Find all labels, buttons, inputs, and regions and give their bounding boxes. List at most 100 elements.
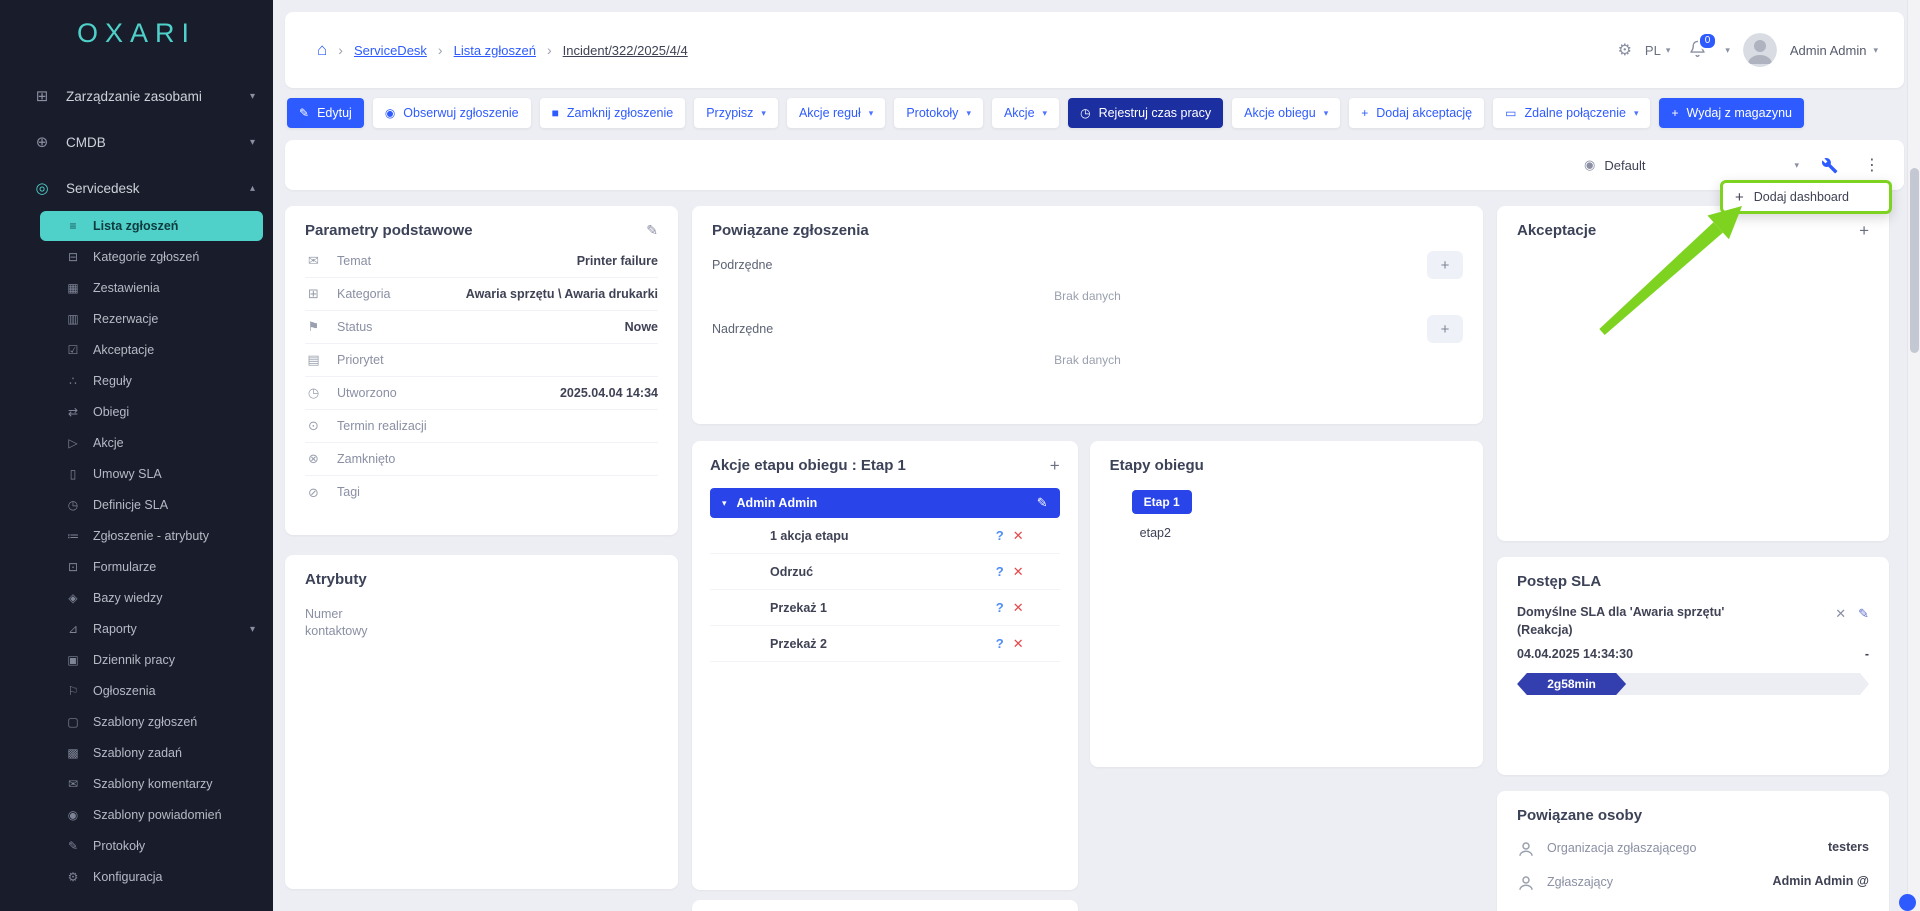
- sidebar-item-zestawienia[interactable]: ▦ Zestawienia: [40, 273, 263, 303]
- sidebar-item-definicje-sla[interactable]: ◷ Definicje SLA: [40, 490, 263, 520]
- button-label: Zamknij zgłoszenie: [567, 106, 673, 120]
- main-content: ⌂ › ServiceDesk › Lista zgłoszeń › Incid…: [273, 0, 1920, 911]
- card-title: Akceptacje: [1517, 222, 1596, 239]
- remote-connection-dropdown[interactable]: ▭Zdalne połączenie▾: [1493, 98, 1650, 128]
- cmdb-icon: ⊕: [33, 133, 51, 151]
- sidebar-item-zgloszenie-atrybuty[interactable]: ≔ Zgłoszenie - atrybuty: [40, 521, 263, 551]
- section-label: Zarządzanie zasobami: [66, 89, 202, 104]
- issue-from-warehouse-button[interactable]: +Wydaj z magazynu: [1659, 98, 1804, 128]
- add-approval-icon-button[interactable]: +: [1859, 222, 1869, 239]
- scrollbar-thumb[interactable]: [1910, 168, 1919, 353]
- sidebar-item-umowy-sla[interactable]: ▯ Umowy SLA: [40, 459, 263, 489]
- sidebar-item-szablony-powiadomien[interactable]: ◉ Szablony powiadomień: [40, 800, 263, 830]
- floating-widget-button[interactable]: [1899, 894, 1916, 911]
- sidebar-item-bazy-wiedzy[interactable]: ◈ Bazy wiedzy: [40, 583, 263, 613]
- edit-assignee-button[interactable]: ✎: [1037, 495, 1048, 511]
- reports-icon: ⊿: [66, 622, 80, 636]
- home-icon[interactable]: ⌂: [317, 40, 327, 60]
- sidebar-item-dziennik-pracy[interactable]: ▣ Dziennik pracy: [40, 645, 263, 675]
- item-label: Akcje: [93, 436, 124, 450]
- dashboard-selector[interactable]: ◉ Default ▾: [1584, 157, 1799, 173]
- checklist-icon: ☑: [66, 343, 80, 357]
- sidebar-section-servicedesk[interactable]: ◎ Servicedesk ▴: [0, 165, 273, 211]
- help-icon[interactable]: ?: [996, 528, 1004, 543]
- sidebar-item-akcje[interactable]: ▷ Akcje: [40, 428, 263, 458]
- template-task-icon: ▩: [66, 746, 80, 760]
- dashboard-more-menu-button[interactable]: ⋮: [1860, 155, 1884, 175]
- stop-icon: ■: [552, 106, 559, 120]
- notifications-button[interactable]: 0: [1689, 40, 1706, 60]
- chevron-down-icon: ▾: [1794, 160, 1799, 171]
- sla-end-placeholder: -: [1865, 647, 1869, 661]
- worklog-icon: ▣: [66, 653, 80, 667]
- sidebar-item-formularze[interactable]: ⊡ Formularze: [40, 552, 263, 582]
- sidebar-item-szablony-zadan[interactable]: ▩ Szablony zadań: [40, 738, 263, 768]
- add-approval-button[interactable]: +Dodaj akceptację: [1349, 98, 1484, 128]
- assignee-group-header[interactable]: ▾ Admin Admin ✎: [710, 488, 1060, 518]
- approvals-card: Akceptacje +: [1497, 206, 1889, 541]
- delete-action-icon[interactable]: ✕: [1013, 564, 1024, 580]
- delete-action-icon[interactable]: ✕: [1013, 600, 1024, 616]
- dashboard-settings-button[interactable]: [1821, 157, 1838, 174]
- sidebar-item-szablony-komentarzy[interactable]: ✉ Szablony komentarzy: [40, 769, 263, 799]
- assign-dropdown[interactable]: Przypisz▾: [694, 98, 778, 128]
- help-icon[interactable]: ?: [996, 564, 1004, 579]
- sidebar-item-ogloszenia[interactable]: ⚐ Ogłoszenia: [40, 676, 263, 706]
- edit-button[interactable]: ✎Edytuj: [287, 98, 364, 128]
- current-stage-badge: Etap 1: [1132, 490, 1192, 514]
- rule-actions-dropdown[interactable]: Akcje reguł▾: [787, 98, 885, 128]
- protocols-dropdown[interactable]: Protokoły▾: [894, 98, 983, 128]
- edit-parameters-button[interactable]: ✎: [646, 222, 658, 239]
- add-dashboard-label: Dodaj dashboard: [1754, 190, 1849, 204]
- language-selector[interactable]: PL ▾: [1645, 43, 1670, 58]
- sidebar-item-reguly[interactable]: ∴ Reguły: [40, 366, 263, 396]
- param-row: ◷ Utworzono 2025.04.04 14:34: [305, 377, 658, 410]
- sidebar-item-szablony-zgloszen[interactable]: ▢ Szablony zgłoszeń: [40, 707, 263, 737]
- chevron-down-icon[interactable]: ▾: [1725, 45, 1730, 56]
- param-label: Zamknięto: [337, 452, 437, 467]
- sidebar-item-rezerwacje[interactable]: ▥ Rezerwacje: [40, 304, 263, 334]
- actions-dropdown[interactable]: Akcje▾: [992, 98, 1059, 128]
- stage-action-label: Przekaż 1: [770, 601, 827, 615]
- item-label: Zgłoszenie - atrybuty: [93, 529, 209, 543]
- sidebar-item-raporty[interactable]: ⊿ Raporty ▾: [40, 614, 263, 644]
- sidebar-item-obiegi[interactable]: ⇄ Obiegi: [40, 397, 263, 427]
- sidebar-item-lista-zgloszen[interactable]: ≡ Lista zgłoszeń: [40, 211, 263, 241]
- person-icon: [1517, 874, 1535, 892]
- sidebar-item-kategorie-zgloszen[interactable]: ⊟ Kategorie zgłoszeń: [40, 242, 263, 272]
- delete-action-icon[interactable]: ✕: [1013, 636, 1024, 652]
- help-icon[interactable]: ?: [996, 636, 1004, 651]
- basic-parameters-card: Parametry podstawowe ✎ ✉ Temat Printer f…: [285, 206, 678, 535]
- related-children-group: Podrzędne + Brak danych: [712, 251, 1463, 303]
- workflow-actions-dropdown[interactable]: Akcje obiegu▾: [1232, 98, 1340, 128]
- help-icon[interactable]: ?: [996, 600, 1004, 615]
- delete-action-icon[interactable]: ✕: [1013, 528, 1024, 544]
- sidebar-item-akceptacje[interactable]: ☑ Akceptacje: [40, 335, 263, 365]
- sidebar-section-cmdb[interactable]: ⊕ CMDB ▾: [0, 119, 273, 165]
- edit-sla-button[interactable]: ✎: [1858, 606, 1869, 622]
- add-dashboard-menu-item[interactable]: + Dodaj dashboard: [1720, 180, 1892, 214]
- add-related-ticket-button[interactable]: +: [1427, 315, 1463, 343]
- button-label: Akcje reguł: [799, 106, 861, 120]
- sidebar-section-zarzadzanie-zasobami[interactable]: ⊞ Zarządzanie zasobami ▾: [0, 73, 273, 119]
- log-work-time-button[interactable]: ◷Rejestruj czas pracy: [1068, 98, 1223, 128]
- add-stage-action-button[interactable]: +: [1050, 457, 1060, 474]
- item-label: Rezerwacje: [93, 312, 158, 326]
- remove-sla-button[interactable]: ✕: [1835, 606, 1846, 622]
- tags-icon: ⊘: [305, 485, 322, 501]
- watch-ticket-button[interactable]: ◉Obserwuj zgłoszenie: [373, 98, 531, 128]
- related-group-label: Podrzędne: [712, 258, 772, 272]
- sidebar-item-konfiguracja[interactable]: ⚙ Konfiguracja: [40, 862, 263, 892]
- button-label: Obserwuj zgłoszenie: [403, 106, 518, 120]
- user-menu[interactable]: Admin Admin ▾: [1790, 43, 1878, 58]
- close-ticket-button[interactable]: ■ Zamknij zgłoszenie: [540, 98, 686, 128]
- language-label: PL: [1645, 43, 1661, 58]
- gear-icon[interactable]: ⚙: [1618, 40, 1632, 60]
- breadcrumb-link-servicedesk[interactable]: ServiceDesk: [354, 43, 427, 58]
- add-related-ticket-button[interactable]: +: [1427, 251, 1463, 279]
- breadcrumb-link-lista-zgloszen[interactable]: Lista zgłoszeń: [454, 43, 536, 58]
- screen-icon: ▭: [1505, 106, 1516, 120]
- item-label: Reguły: [93, 374, 132, 388]
- sidebar-item-protokoly[interactable]: ✎ Protokoły: [40, 831, 263, 861]
- avatar[interactable]: [1743, 33, 1777, 67]
